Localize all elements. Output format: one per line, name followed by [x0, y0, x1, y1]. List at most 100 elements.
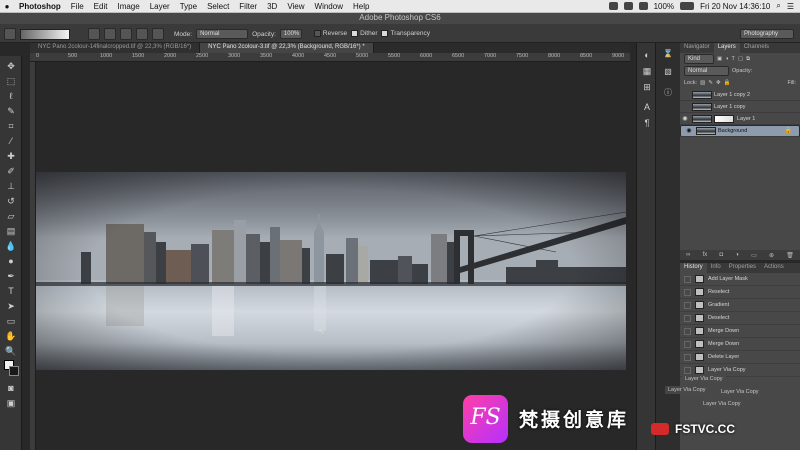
- tab-actions[interactable]: Actions: [760, 263, 788, 273]
- lock-all-icon[interactable]: 🔒: [724, 80, 731, 86]
- battery-icon[interactable]: [680, 2, 695, 10]
- menu-select[interactable]: Select: [202, 2, 234, 11]
- quick-mask-icon[interactable]: ◙: [4, 382, 18, 394]
- quick-select-tool-icon[interactable]: ✎: [4, 105, 18, 117]
- screen-mode-icon[interactable]: ▣: [4, 397, 18, 409]
- menu-filter[interactable]: Filter: [234, 2, 262, 11]
- blend-mode-select[interactable]: Normal: [684, 66, 729, 76]
- history-item[interactable]: Reselect: [680, 286, 800, 299]
- menu-app-name[interactable]: Photoshop: [14, 2, 66, 11]
- volume-icon[interactable]: [623, 2, 633, 10]
- history-brush-tool-icon[interactable]: ↺: [4, 195, 18, 207]
- tab-channels[interactable]: Channels: [740, 43, 773, 53]
- history-item[interactable]: Add Layer Mask: [680, 273, 800, 286]
- eyedropper-tool-icon[interactable]: ⁄: [4, 135, 18, 147]
- move-tool-icon[interactable]: ✥: [4, 60, 18, 72]
- histogram-icon[interactable]: ▧: [662, 67, 674, 79]
- trash-icon[interactable]: 🗑: [786, 252, 794, 259]
- tab-layers[interactable]: Layers: [713, 43, 740, 53]
- menu-view[interactable]: View: [282, 2, 309, 11]
- menu-image[interactable]: Image: [112, 2, 144, 11]
- menu-edit[interactable]: Edit: [89, 2, 113, 11]
- clone-stamp-tool-icon[interactable]: ⊥: [4, 180, 18, 192]
- menu-help[interactable]: Help: [348, 2, 374, 11]
- history-item[interactable]: Merge Down: [680, 338, 800, 351]
- reflected-gradient-button[interactable]: [136, 28, 148, 40]
- info-icon[interactable]: ⓘ: [662, 87, 674, 99]
- radial-gradient-button[interactable]: [104, 28, 116, 40]
- reverse-checkbox[interactable]: [313, 30, 321, 38]
- history-item[interactable]: Deselect: [680, 312, 800, 325]
- reverse-option[interactable]: Reverse: [313, 30, 347, 38]
- diamond-gradient-button[interactable]: [152, 28, 164, 40]
- pen-tool-icon[interactable]: ✒: [4, 270, 18, 282]
- new-group-icon[interactable]: ▭: [751, 252, 757, 259]
- tab-navigator[interactable]: Navigator: [680, 43, 714, 53]
- history-item[interactable]: Delete Layer: [680, 351, 800, 364]
- history-item[interactable]: Gradient: [680, 299, 800, 312]
- clock[interactable]: Fri 20 Nov 14:36:10: [700, 2, 770, 11]
- add-mask-icon[interactable]: ◘: [719, 252, 723, 258]
- workspace-select[interactable]: Photography: [740, 29, 794, 39]
- styles-icon[interactable]: ⊞: [641, 81, 653, 93]
- eye-icon[interactable]: ◉: [680, 115, 690, 122]
- gradient-tool-icon[interactable]: ▤: [4, 225, 18, 237]
- marquee-tool-icon[interactable]: ⬚: [4, 75, 18, 87]
- search-icon[interactable]: ⌕: [776, 1, 780, 11]
- layer-mask-thumbnail[interactable]: [714, 114, 734, 123]
- apple-icon[interactable]: ●: [0, 2, 14, 11]
- lock-position-icon[interactable]: ✥: [716, 80, 721, 86]
- tab-properties[interactable]: Properties: [725, 263, 760, 273]
- tool-preset-picker[interactable]: [4, 28, 16, 40]
- fx-icon[interactable]: fx: [703, 252, 708, 258]
- filter-type-icon[interactable]: T: [732, 56, 735, 62]
- link-layers-icon[interactable]: ∞: [686, 252, 690, 258]
- layer-name[interactable]: Layer 1 copy: [714, 104, 746, 110]
- layer-row[interactable]: Layer 1 copy: [680, 101, 800, 113]
- transparency-checkbox[interactable]: [381, 30, 389, 38]
- blur-tool-icon[interactable]: 💧: [4, 240, 18, 252]
- adjustment-layer-icon[interactable]: ◑: [735, 252, 739, 258]
- dither-option[interactable]: Dither: [351, 30, 377, 38]
- hand-tool-icon[interactable]: ✋: [4, 330, 18, 342]
- filter-adjustment-icon[interactable]: ◑: [725, 56, 728, 62]
- dither-checkbox[interactable]: [351, 30, 359, 38]
- menu-layer[interactable]: Layer: [145, 2, 175, 11]
- wifi-icon[interactable]: [608, 2, 618, 10]
- character-icon[interactable]: A: [641, 101, 653, 113]
- zoom-tool-icon[interactable]: 🔍: [4, 345, 18, 357]
- menu-window[interactable]: Window: [310, 2, 348, 11]
- tab-history[interactable]: History: [680, 263, 707, 273]
- color-swatches[interactable]: [4, 360, 20, 378]
- kind-select[interactable]: Kind: [684, 54, 714, 64]
- menu-type[interactable]: Type: [175, 2, 202, 11]
- layer-name[interactable]: Layer 1 copy 2: [714, 92, 750, 98]
- layer-row[interactable]: ◉ Layer 1: [680, 113, 800, 125]
- lasso-tool-icon[interactable]: ℓ: [4, 90, 18, 102]
- lock-transparent-icon[interactable]: ▨: [700, 80, 705, 86]
- layer-name[interactable]: Layer 1: [737, 116, 755, 122]
- history-item[interactable]: Merge Down: [680, 325, 800, 338]
- mode-select[interactable]: Normal: [196, 29, 249, 39]
- eye-icon[interactable]: ◉: [684, 127, 694, 136]
- lock-image-icon[interactable]: ✎: [708, 80, 713, 86]
- menu-file[interactable]: File: [66, 2, 89, 11]
- layer-name[interactable]: Background: [718, 127, 747, 136]
- type-tool-icon[interactable]: T: [4, 285, 18, 297]
- tab-doc-2[interactable]: NYC Pano 2colour-3.tif @ 22,3% (Backgrou…: [200, 43, 374, 53]
- linear-gradient-button[interactable]: [88, 28, 100, 40]
- adjustments-icon[interactable]: ◐: [641, 49, 653, 61]
- paragraph-icon[interactable]: ¶: [641, 117, 653, 129]
- eraser-tool-icon[interactable]: ▱: [4, 210, 18, 222]
- brush-tool-icon[interactable]: ✐: [4, 165, 18, 177]
- opacity-input[interactable]: 100%: [279, 29, 302, 39]
- transparency-option[interactable]: Transparency: [381, 30, 430, 38]
- swatches-icon[interactable]: ▦: [641, 65, 653, 77]
- gradient-preview[interactable]: [20, 28, 70, 40]
- angle-gradient-button[interactable]: [120, 28, 132, 40]
- layer-row-selected[interactable]: ◉ Background 🔒: [680, 125, 800, 137]
- dodge-tool-icon[interactable]: ●: [4, 255, 18, 267]
- new-layer-icon[interactable]: ⊕: [769, 252, 774, 259]
- crop-tool-icon[interactable]: ⌗: [4, 120, 18, 132]
- list-icon[interactable]: ☰: [787, 2, 794, 11]
